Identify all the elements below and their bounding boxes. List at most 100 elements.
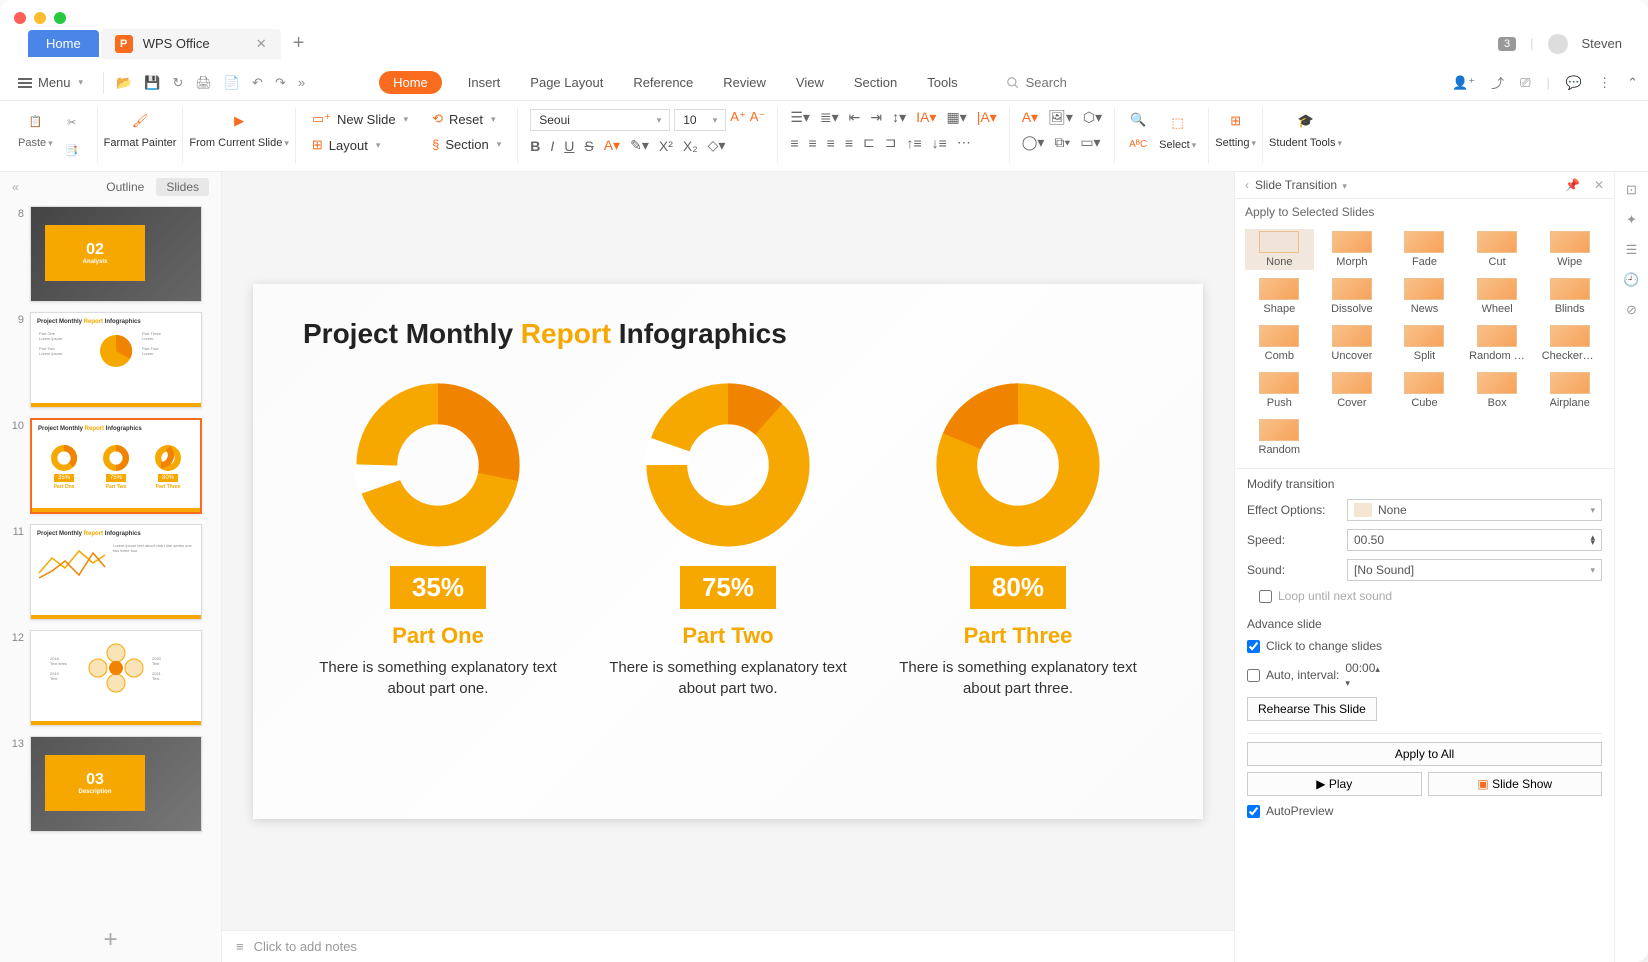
rail-settings-icon[interactable]: ✦ (1626, 212, 1637, 228)
donut-2[interactable]: 75% Part Two There is something explanat… (598, 380, 858, 699)
copy-icon[interactable]: 📑 (61, 139, 83, 161)
rail-sliders-icon[interactable]: ☰ (1626, 242, 1638, 258)
print-icon[interactable]: 🖨 (195, 75, 212, 91)
open-icon[interactable]: 📂 (116, 75, 132, 91)
avatar[interactable] (1548, 34, 1568, 54)
transition-random[interactable]: Random (1245, 417, 1314, 458)
align-right-button[interactable]: ≡ (827, 135, 835, 151)
user-name[interactable]: Steven (1582, 36, 1622, 51)
fill-button[interactable]: ◯▾ (1022, 134, 1045, 151)
decrease-font-icon[interactable]: A⁻ (750, 109, 766, 131)
cut-icon[interactable]: ✂ (61, 111, 83, 133)
layout-icon[interactable]: ⎚ (1520, 75, 1530, 91)
format-painter-button[interactable]: 🖌Farmat Painter (104, 107, 177, 149)
outline-tab[interactable]: Outline (106, 180, 144, 194)
apply-all-button[interactable]: Apply to All (1247, 742, 1602, 766)
auto-interval-checkbox[interactable] (1247, 669, 1260, 682)
collapse-panel-icon[interactable]: « (12, 180, 19, 194)
search-box[interactable] (1006, 75, 1448, 90)
superscript-button[interactable]: X² (659, 138, 673, 154)
tab-home[interactable]: Home (379, 71, 442, 94)
decrease-indent-button[interactable]: ⇤ (849, 109, 861, 126)
thumb-13[interactable]: 03Description (30, 736, 202, 832)
collapse-right-icon[interactable]: ‹ (1245, 178, 1249, 192)
thumb-11[interactable]: Project Monthly Report Infographics Lore… (30, 524, 202, 620)
export-icon[interactable]: ⤴ (1491, 73, 1504, 92)
spacing-down-button[interactable]: ↓≡ (932, 135, 947, 151)
rail-help-icon[interactable]: ⊘ (1626, 302, 1637, 318)
select-button[interactable]: ⬚Select▾ (1159, 109, 1196, 155)
slide-canvas[interactable]: Project Monthly Report Infographics 35% … (253, 284, 1203, 819)
transition-shape[interactable]: Shape (1245, 276, 1314, 317)
transition-news[interactable]: News (1390, 276, 1459, 317)
bold-button[interactable]: B (530, 138, 540, 154)
panel-title[interactable]: Slide Transition ▾ (1255, 178, 1347, 192)
tab-insert[interactable]: Insert (464, 71, 505, 94)
underline-button[interactable]: U (564, 138, 574, 154)
clear-format-button[interactable]: ◇▾ (708, 137, 726, 154)
transition-airplane[interactable]: Airplane (1535, 370, 1604, 411)
font-color-button[interactable]: A▾ (604, 137, 620, 154)
thumb-8[interactable]: 02Analysis (30, 206, 202, 302)
tab-review[interactable]: Review (719, 71, 770, 94)
donut-3[interactable]: 80% Part Three There is something explan… (888, 380, 1148, 699)
thumb-10[interactable]: Project Monthly Report Infographics 35%P… (30, 418, 202, 514)
share-icon[interactable]: 👤⁺ (1452, 75, 1475, 91)
collapse-ribbon-icon[interactable]: ⌃ (1627, 75, 1638, 91)
line-spacing-button[interactable]: ↕▾ (892, 109, 906, 126)
auto-interval-input[interactable]: 00:00▴▾ (1345, 661, 1415, 689)
home-tab[interactable]: Home (28, 30, 99, 57)
thumb-9[interactable]: Project Monthly Report Infographics Part… (30, 312, 202, 408)
pin-icon[interactable]: 📌 (1565, 178, 1580, 192)
play-button[interactable]: ▶ Play (1247, 772, 1422, 796)
section-button[interactable]: §Section▾ (428, 135, 505, 154)
rail-panel-icon[interactable]: ⊡ (1626, 182, 1637, 198)
align-left-button[interactable]: ≡ (790, 135, 798, 151)
more-icon[interactable]: » (298, 75, 305, 91)
font-size-select[interactable]: 10▾ (674, 109, 726, 131)
click-change-checkbox[interactable] (1247, 640, 1260, 653)
columns-button[interactable]: ▦▾ (946, 109, 966, 126)
search-input[interactable] (1026, 75, 1206, 90)
thumb-12[interactable]: 2018Text lines2019Text 2020Text2021Text (30, 630, 202, 726)
transition-push[interactable]: Push (1245, 370, 1314, 411)
bullets-button[interactable]: ☰▾ (790, 109, 810, 126)
increase-indent-button[interactable]: ⇥ (870, 109, 882, 126)
paste-button[interactable]: 📋Paste▾ (18, 107, 53, 161)
tab-reference[interactable]: Reference (629, 71, 697, 94)
loop-checkbox[interactable] (1259, 590, 1272, 603)
transition-box[interactable]: Box (1463, 370, 1532, 411)
kebab-icon[interactable]: ⋮ (1598, 75, 1611, 91)
autopreview-checkbox[interactable] (1247, 805, 1260, 818)
student-tools-button[interactable]: 🎓Student Tools▾ (1269, 107, 1342, 149)
more-para-button[interactable]: ⋯ (957, 134, 971, 151)
effect-select[interactable]: None▾ (1347, 499, 1602, 521)
rehearse-button[interactable]: Rehearse This Slide (1247, 697, 1377, 721)
transition-checkerbo[interactable]: Checkerbo... (1535, 323, 1604, 364)
highlight-button[interactable]: ✎▾ (630, 137, 649, 154)
slideshow-button[interactable]: ▣ Slide Show (1428, 772, 1603, 796)
subscript-button[interactable]: X₂ (683, 138, 698, 154)
notes-bar[interactable]: ≡ Click to add notes (222, 930, 1234, 962)
font-select[interactable]: Seoui▾ (530, 109, 670, 131)
transition-dissolve[interactable]: Dissolve (1318, 276, 1387, 317)
transition-uncover[interactable]: Uncover (1318, 323, 1387, 364)
increase-font-icon[interactable]: A⁺ (730, 109, 746, 131)
sound-select[interactable]: [No Sound]▾ (1347, 559, 1602, 581)
refresh-icon[interactable]: ↻ (172, 75, 183, 91)
layout-button[interactable]: ⊞Layout▾ (308, 135, 412, 155)
transition-blinds[interactable]: Blinds (1535, 276, 1604, 317)
close-tab-icon[interactable]: ✕ (256, 36, 267, 52)
indent-right-button[interactable]: ⊐ (885, 134, 897, 151)
slide-title[interactable]: Project Monthly Report Infographics (303, 318, 1153, 350)
justify-button[interactable]: ≡ (845, 135, 853, 151)
notification-badge[interactable]: 3 (1498, 37, 1516, 51)
doc-tab[interactable]: P WPS Office ✕ (101, 29, 281, 59)
transition-randomb[interactable]: Random B... (1463, 323, 1532, 364)
close-window[interactable] (14, 12, 26, 24)
transition-cover[interactable]: Cover (1318, 370, 1387, 411)
close-panel-icon[interactable]: ✕ (1594, 178, 1604, 192)
rail-history-icon[interactable]: 🕘 (1623, 272, 1639, 288)
slides-tab[interactable]: Slides (156, 178, 209, 196)
transition-none[interactable]: None (1245, 229, 1314, 270)
